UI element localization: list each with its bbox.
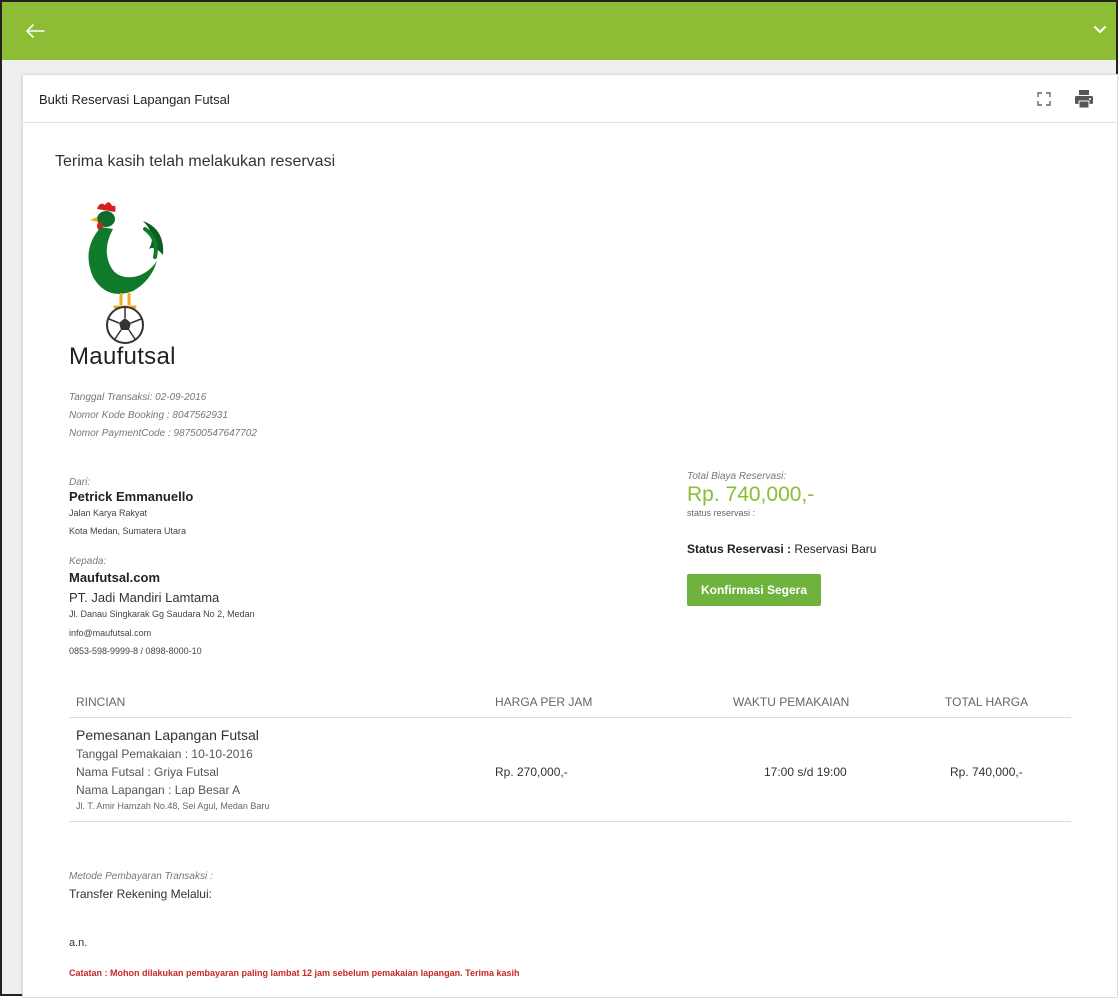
top-bar xyxy=(2,2,1116,60)
payment-note: Catatan : Mohon dilakukan pembayaran pal… xyxy=(69,968,520,978)
row-price: Rp. 270,000,- xyxy=(495,765,568,779)
th-harga-per-jam: HARGA PER JAM xyxy=(495,695,593,709)
fullscreen-icon[interactable] xyxy=(1035,90,1053,108)
row-field: Nama Lapangan : Lap Besar A xyxy=(76,783,241,797)
status-value: Reservasi Baru xyxy=(794,542,877,556)
row-title: Pemesanan Lapangan Futsal xyxy=(76,727,259,743)
payment-code: Nomor PaymentCode : 987500547647702 xyxy=(69,428,257,439)
status-line: Status Reservasi : Reservasi Baru xyxy=(687,542,876,556)
to-name: Maufutsal.com xyxy=(69,570,161,585)
status-small-label: status reservasi : xyxy=(687,508,756,518)
th-waktu-pemakaian: WAKTU PEMAKAIAN xyxy=(733,695,850,709)
row-time: 17:00 s/d 19:00 xyxy=(764,765,847,779)
from-label: Dari: xyxy=(69,477,91,488)
arrow-left-icon[interactable] xyxy=(18,14,52,48)
table-divider-bottom xyxy=(69,821,1071,822)
status-label: Status Reservasi : xyxy=(687,542,792,556)
thank-you-heading: Terima kasih telah melakukan reservasi xyxy=(55,153,336,170)
th-total-harga: TOTAL HARGA xyxy=(945,695,1029,709)
from-address-2: Kota Medan, Sumatera Utara xyxy=(69,526,187,536)
brand-name: Maufutsal xyxy=(69,343,176,370)
to-company: PT. Jadi Mandiri Lamtama xyxy=(69,590,220,605)
confirm-button[interactable]: Konfirmasi Segera xyxy=(687,574,821,606)
payment-method-label: Metode Pembayaran Transaksi : xyxy=(69,871,213,882)
transaction-date: Tanggal Transaksi: 02-09-2016 xyxy=(69,392,207,403)
table-divider xyxy=(69,717,1071,718)
maufutsal-logo xyxy=(88,202,164,344)
print-icon[interactable] xyxy=(1073,88,1095,110)
to-email: info@maufutsal.com xyxy=(69,628,152,638)
payment-method-value: Transfer Rekening Melalui: xyxy=(69,887,212,901)
panel-title: Bukti Reservasi Lapangan Futsal xyxy=(39,92,230,107)
receipt-panel: Bukti Reservasi Lapangan Futsal Terima k… xyxy=(22,74,1118,998)
row-date: Tanggal Pemakaian : 10-10-2016 xyxy=(76,747,253,761)
account-name: a.n. xyxy=(69,937,88,949)
total-label: Total Biaya Reservasi: xyxy=(687,471,787,482)
to-phone: 0853-598-9999-8 / 0898-8000-10 xyxy=(69,646,202,656)
from-name: Petrick Emmanuello xyxy=(69,489,194,504)
from-address-1: Jalan Karya Rakyat xyxy=(69,508,148,518)
row-futsal: Nama Futsal : Griya Futsal xyxy=(76,765,219,779)
to-label: Kepada: xyxy=(69,556,107,567)
panel-header: Bukti Reservasi Lapangan Futsal xyxy=(23,75,1117,123)
booking-code: Nomor Kode Booking : 8047562931 xyxy=(69,410,229,421)
to-address: Jl. Danau Singkarak Gg Saudara No 2, Med… xyxy=(69,609,255,619)
chevron-down-icon[interactable] xyxy=(1090,20,1110,40)
row-total: Rp. 740,000,- xyxy=(950,765,1023,779)
total-value: Rp. 740,000,- xyxy=(687,483,815,506)
app-frame: Bukti Reservasi Lapangan Futsal Terima k… xyxy=(0,0,1118,998)
th-rincian: RINCIAN xyxy=(76,695,126,709)
row-address: Jl. T. Amir Hamzah No.48, Sei Agul, Meda… xyxy=(76,801,270,811)
